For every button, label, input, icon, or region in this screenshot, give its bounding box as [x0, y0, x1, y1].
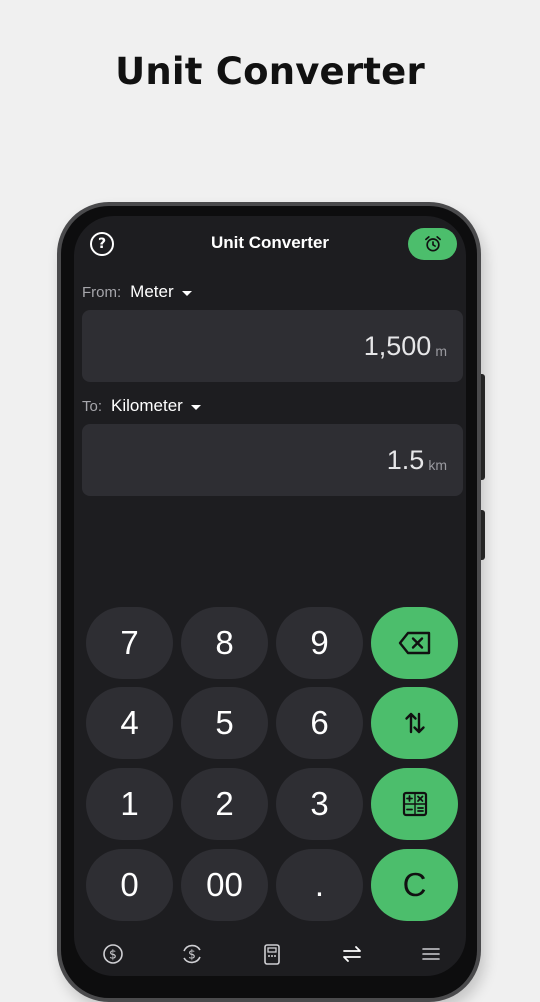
chevron-down-icon — [190, 404, 201, 410]
key-1[interactable]: 1 — [86, 768, 173, 840]
calculator-icon — [402, 791, 427, 817]
currency-icon[interactable]: $ — [101, 942, 125, 966]
promo-title: Unit Converter — [115, 50, 425, 93]
svg-text:$: $ — [188, 948, 196, 962]
key-0[interactable]: 0 — [86, 849, 173, 921]
backspace-button[interactable] — [371, 607, 458, 679]
chevron-down-icon — [181, 290, 192, 296]
from-prefix: From: — [82, 283, 122, 301]
key-6[interactable]: 6 — [276, 687, 363, 759]
alarm-clock-icon — [424, 236, 441, 252]
swap-units-button[interactable] — [371, 687, 458, 759]
backspace-icon — [398, 631, 430, 655]
calculator-button[interactable] — [371, 768, 458, 840]
key-3[interactable]: 3 — [276, 768, 363, 840]
from-unit-selector[interactable]: From: Meter — [82, 282, 192, 302]
to-unit-name: Kilometer — [111, 396, 183, 415]
to-unit-selector[interactable]: To: Kilometer — [82, 396, 201, 416]
swap-vertical-icon — [404, 712, 425, 734]
key-00[interactable]: 00 — [181, 849, 268, 921]
clear-button[interactable]: C — [371, 849, 458, 921]
key-9[interactable]: 9 — [276, 607, 363, 679]
key-7[interactable]: 7 — [86, 607, 173, 679]
to-value-field[interactable]: 1.5 km — [82, 424, 463, 496]
app-screen: ? Unit Converter From: Meter 1,500 m To:… — [74, 216, 466, 976]
to-prefix: To: — [82, 397, 103, 415]
alarm-button[interactable] — [408, 228, 457, 260]
calculator-nav-icon[interactable] — [260, 942, 284, 966]
key-5[interactable]: 5 — [181, 687, 268, 759]
key-decimal[interactable]: . — [276, 849, 363, 921]
from-value-field[interactable]: 1,500 m — [82, 310, 463, 382]
menu-icon[interactable] — [419, 942, 443, 966]
currency-exchange-icon[interactable]: $ — [180, 942, 204, 966]
key-4[interactable]: 4 — [86, 687, 173, 759]
key-2[interactable]: 2 — [181, 768, 268, 840]
key-8[interactable]: 8 — [181, 607, 268, 679]
svg-text:$: $ — [109, 948, 117, 962]
to-unit-symbol: km — [428, 457, 447, 473]
from-unit-symbol: m — [435, 343, 447, 359]
unit-converter-icon[interactable] — [340, 942, 364, 966]
from-value: 1,500 — [363, 330, 432, 361]
from-unit-name: Meter — [130, 282, 174, 301]
to-value: 1.5 — [386, 444, 425, 475]
